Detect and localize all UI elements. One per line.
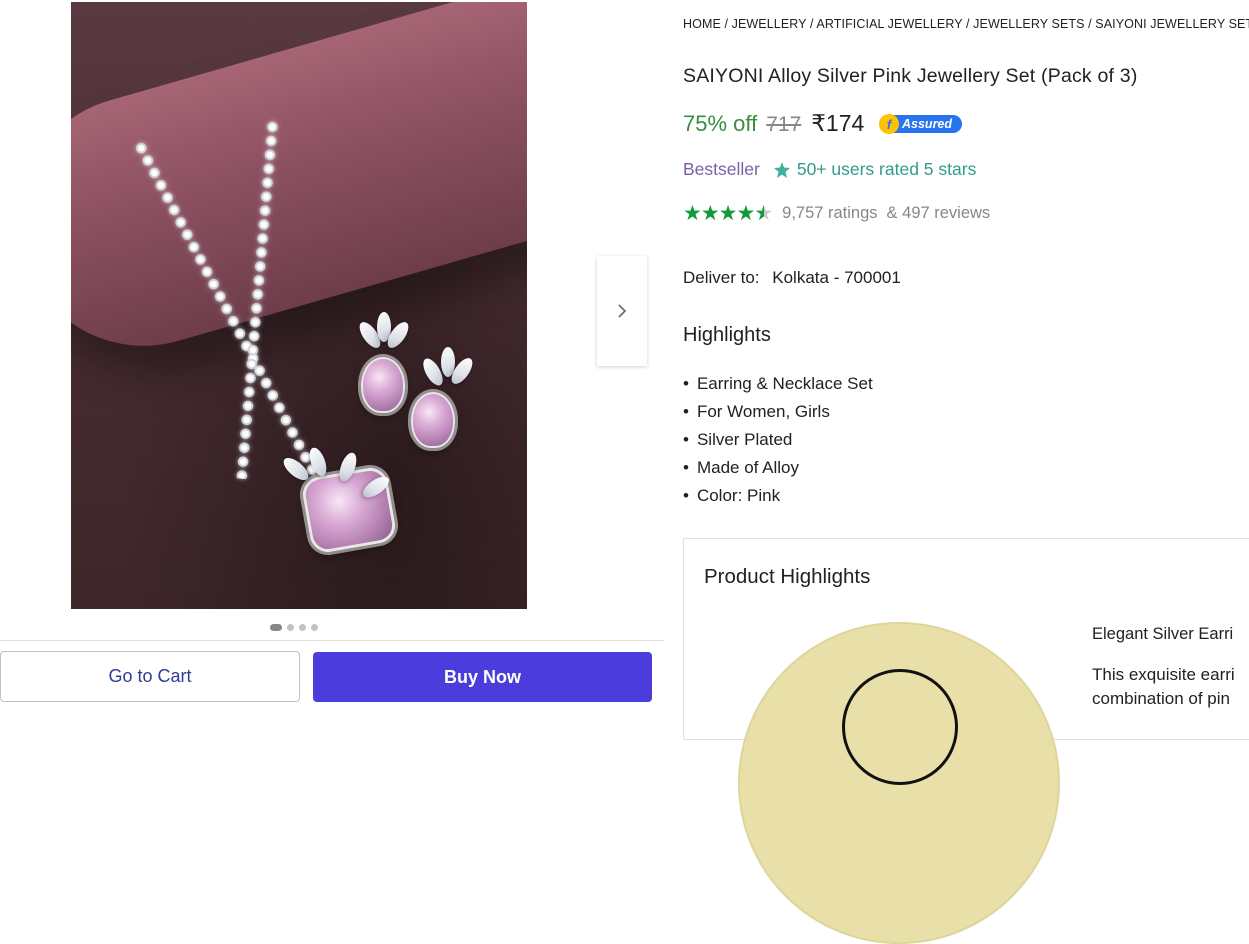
rating-row[interactable]: ★ ★ ★ ★ ★ 9,757 ratings & 497 reviews bbox=[683, 201, 990, 226]
selling-price: ₹174 bbox=[811, 110, 865, 136]
deliver-label: Deliver to: bbox=[683, 268, 760, 287]
highlights-list: • Earring & Necklace Set • For Women, Girl… bbox=[683, 370, 873, 510]
image-carousel-dots bbox=[270, 624, 318, 631]
highlight-item: • Color: Pink bbox=[683, 486, 781, 505]
image-backdrop-roll bbox=[71, 2, 527, 376]
highlight-item: • For Women, Girls bbox=[683, 402, 830, 421]
highlights-heading: Highlights bbox=[683, 324, 771, 346]
buy-now-button[interactable]: Buy Now bbox=[313, 652, 652, 702]
carousel-dot[interactable] bbox=[299, 624, 306, 631]
earring-gem-left bbox=[361, 357, 405, 413]
highlight-item: • Silver Plated bbox=[683, 430, 793, 449]
product-highlights-heading: Product Highlights bbox=[704, 565, 871, 588]
assured-label: Assured bbox=[902, 117, 953, 131]
star-icon: ★ bbox=[700, 202, 720, 225]
carousel-dot[interactable] bbox=[287, 624, 294, 631]
product-highlights-description: This exquisite earri combination of pin bbox=[1092, 665, 1235, 708]
highlight-item: • Made of Alloy bbox=[683, 458, 800, 477]
users-rated-text: 50+ users rated 5 stars bbox=[796, 159, 977, 179]
users-rated-badge: 50+ users rated 5 stars bbox=[773, 159, 976, 180]
rating-stars: ★ ★ ★ ★ ★ bbox=[683, 201, 773, 226]
bestseller-badge: Bestseller bbox=[683, 159, 760, 179]
star-icon: ★ bbox=[736, 202, 755, 225]
product-image[interactable] bbox=[71, 2, 527, 609]
star-half-icon: ★ bbox=[754, 202, 773, 225]
product-highlights-illustration bbox=[738, 622, 1060, 944]
highlight-item: • Earring & Necklace Set bbox=[683, 374, 873, 393]
carousel-dot-active[interactable] bbox=[270, 624, 282, 631]
next-image-button[interactable] bbox=[597, 256, 647, 366]
go-to-cart-button[interactable]: Go to Cart bbox=[0, 651, 300, 702]
chevron-right-icon bbox=[618, 304, 627, 318]
discount-percent: 75% off bbox=[683, 111, 758, 136]
earring-gem-right bbox=[411, 392, 455, 448]
assured-logo-icon: f bbox=[879, 114, 899, 134]
assured-badge: f Assured bbox=[879, 114, 962, 134]
star-icon: ★ bbox=[718, 202, 738, 225]
delivery-location[interactable]: Deliver to: Kolkata - 700001 bbox=[683, 268, 901, 288]
bestseller-row: Bestseller 50+ users rated 5 stars bbox=[683, 159, 976, 180]
price-row: 75% off 717 ₹174 bbox=[683, 110, 864, 137]
carousel-dot[interactable] bbox=[311, 624, 318, 631]
sparkle-star-icon bbox=[773, 161, 790, 178]
illustration-ring bbox=[842, 669, 958, 785]
reviews-count: & 497 reviews bbox=[886, 204, 991, 222]
star-icon: ★ bbox=[683, 202, 702, 225]
ratings-count: 9,757 ratings bbox=[782, 204, 878, 222]
product-title: SAIYONI Alloy Silver Pink Jewellery Set … bbox=[683, 65, 1138, 87]
original-price: 717 bbox=[766, 113, 802, 136]
breadcrumb[interactable]: HOME / JEWELLERY / ARTIFICIAL JEWELLERY … bbox=[683, 17, 1249, 31]
deliver-pincode[interactable]: Kolkata - 700001 bbox=[772, 268, 901, 287]
product-highlights-subtitle: Elegant Silver Earri bbox=[1092, 625, 1234, 643]
